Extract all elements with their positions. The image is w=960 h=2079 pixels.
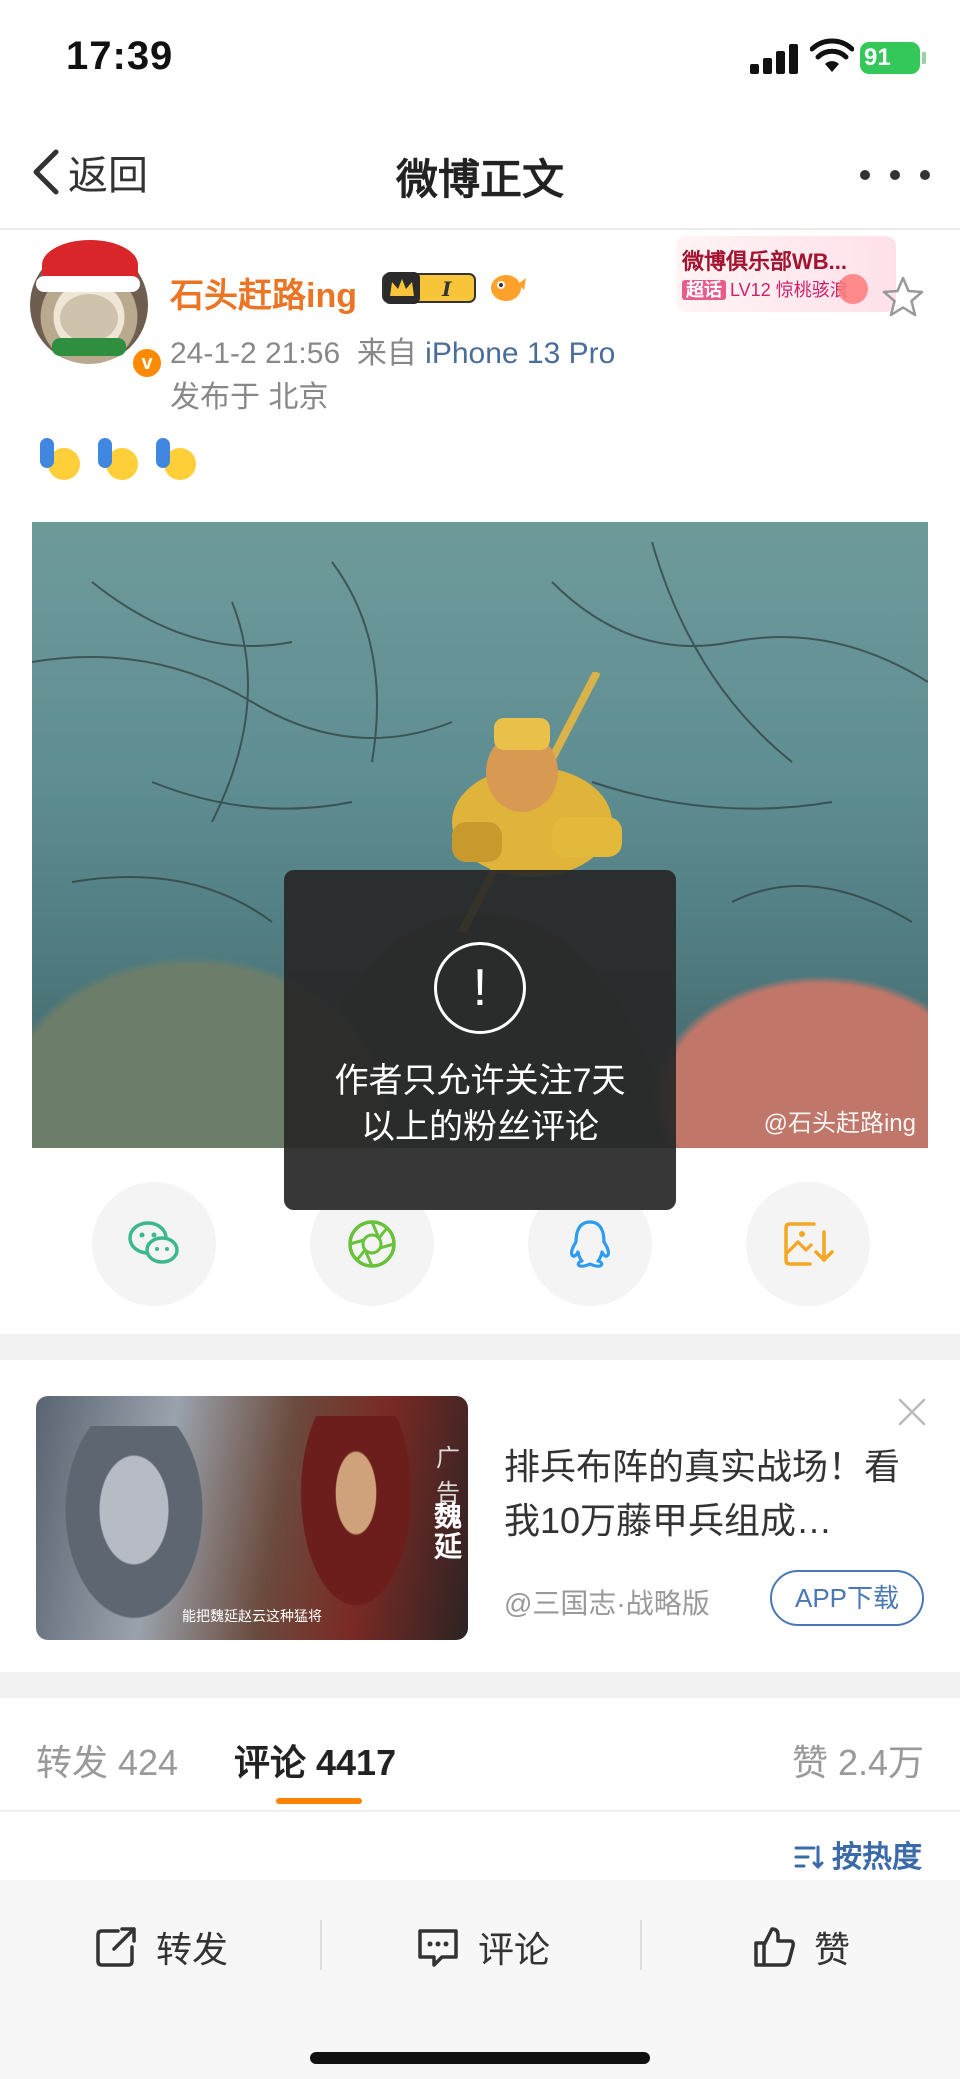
member-level: I xyxy=(441,277,452,301)
toast-dialog: ! 作者只允许关注7天 以上的粉丝评论 xyxy=(284,870,676,1210)
username[interactable]: 石头赶路ing xyxy=(170,268,357,317)
sort-button[interactable]: 按热度 xyxy=(794,1832,922,1876)
wave-emoji-icon xyxy=(40,438,84,482)
home-indicator xyxy=(310,2052,650,2064)
ad-image-name: 魏延 xyxy=(434,1501,463,1562)
ad-image[interactable]: 广告 魏延 能把魏延赵云这种猛将 xyxy=(36,1396,468,1640)
alert-icon: ! xyxy=(434,942,526,1034)
repost-button[interactable]: 转发 xyxy=(92,1912,228,1982)
back-label: 返回 xyxy=(68,154,148,198)
wave-emoji-icon xyxy=(98,438,142,482)
toast-message-line1: 作者只允许关注7天 xyxy=(334,1062,626,1100)
post-meta: 24-1-2 21:56 来自 iPhone 13 Pro xyxy=(170,328,615,372)
club-tag: 超话 LV12 惊桃骇浪 xyxy=(682,276,848,302)
active-tab-indicator xyxy=(276,1798,362,1804)
tab-repost[interactable]: 转发 424 xyxy=(36,1734,178,1786)
sort-icon xyxy=(794,1845,824,1870)
tab-like[interactable]: 赞 2.4万 xyxy=(792,1734,924,1786)
section-divider xyxy=(0,1672,960,1698)
status-time: 17:39 xyxy=(66,34,174,78)
ad-source: @三国志·战略版 xyxy=(504,1588,710,1619)
club-decoration-icon xyxy=(838,274,868,304)
toast-message: 作者只允许关注7天 以上的粉丝评论 xyxy=(284,1058,676,1150)
member-crown-badge-icon: I xyxy=(382,272,476,304)
club-title: 微博俱乐部WB... xyxy=(682,249,847,274)
ad-title[interactable]: 排兵布阵的真实战场！看我10万藤甲兵组成… xyxy=(504,1440,924,1548)
battery-indicator: 91 xyxy=(860,42,926,74)
status-bar: 17:39 91 xyxy=(0,0,960,120)
verified-badge-icon: v xyxy=(130,346,164,380)
comment-button[interactable]: 评论 xyxy=(414,1912,550,1982)
source-prefix: 来自 xyxy=(356,337,417,370)
like-icon xyxy=(754,1927,795,1967)
post-location: 发布于 北京 xyxy=(170,381,329,414)
ad-image-caption: 能把魏延赵云这种猛将 xyxy=(182,1608,322,1624)
like-button[interactable]: 赞 xyxy=(750,1912,850,1982)
fish-icon xyxy=(491,275,526,301)
star-icon[interactable] xyxy=(878,272,928,322)
ad-card[interactable]: 广告 魏延 能把魏延赵云这种猛将 排兵布阵的真实战场！看我10万藤甲兵组成… @… xyxy=(0,1360,960,1672)
back-icon xyxy=(33,149,59,195)
more-icon xyxy=(860,170,870,180)
toolbar-divider xyxy=(320,1920,322,1970)
moments-icon xyxy=(348,1220,396,1268)
bottom-toolbar: 转发 评论 赞 xyxy=(0,1880,960,2079)
sort-label: 按热度 xyxy=(832,1841,922,1874)
post-timestamp: 24-1-2 21:56 xyxy=(170,337,341,370)
club-tag-label: 超话 xyxy=(682,280,726,300)
save-image-button[interactable] xyxy=(746,1182,870,1306)
more-button[interactable] xyxy=(860,160,930,190)
comment-label: 评论 xyxy=(478,1929,551,1970)
repost-label: 转发 xyxy=(156,1929,229,1970)
post-text-emojis xyxy=(40,438,200,482)
toolbar-divider xyxy=(640,1920,642,1970)
image-watermark: @石头赶路ing xyxy=(763,1110,916,1137)
like-label: 赞 xyxy=(814,1929,851,1970)
wifi-icon xyxy=(810,38,854,72)
share-icon xyxy=(96,1927,136,1967)
section-divider xyxy=(0,1334,960,1360)
tab-comment[interactable]: 评论 4417 xyxy=(234,1734,396,1786)
close-icon[interactable] xyxy=(896,1396,928,1428)
ad-tag: 广告 xyxy=(436,1445,460,1507)
save-image-icon xyxy=(784,1222,834,1266)
club-badge[interactable]: 微博俱乐部WB... 超话 LV12 惊桃骇浪 xyxy=(676,236,896,312)
club-tag-text: LV12 惊桃骇浪 xyxy=(730,280,848,300)
battery-level: 91 xyxy=(864,44,891,71)
back-button[interactable]: 返回 xyxy=(28,142,148,202)
interaction-tabs: 转发 424 评论 4417 赞 2.4万 xyxy=(0,1698,960,1812)
wave-emoji-icon xyxy=(156,438,200,482)
comment-icon xyxy=(418,1929,458,1967)
cellular-signal-icon xyxy=(750,42,798,74)
device-link[interactable]: iPhone 13 Pro xyxy=(425,337,615,370)
toast-message-line2: 以上的粉丝评论 xyxy=(361,1108,599,1146)
share-wechat-button[interactable] xyxy=(92,1182,216,1306)
qq-icon xyxy=(569,1220,611,1268)
app-download-button[interactable]: APP下载 xyxy=(770,1570,924,1626)
avatar[interactable]: v xyxy=(30,240,164,380)
nav-bar: 返回 微博正文 xyxy=(0,120,960,230)
wechat-icon xyxy=(128,1221,179,1264)
